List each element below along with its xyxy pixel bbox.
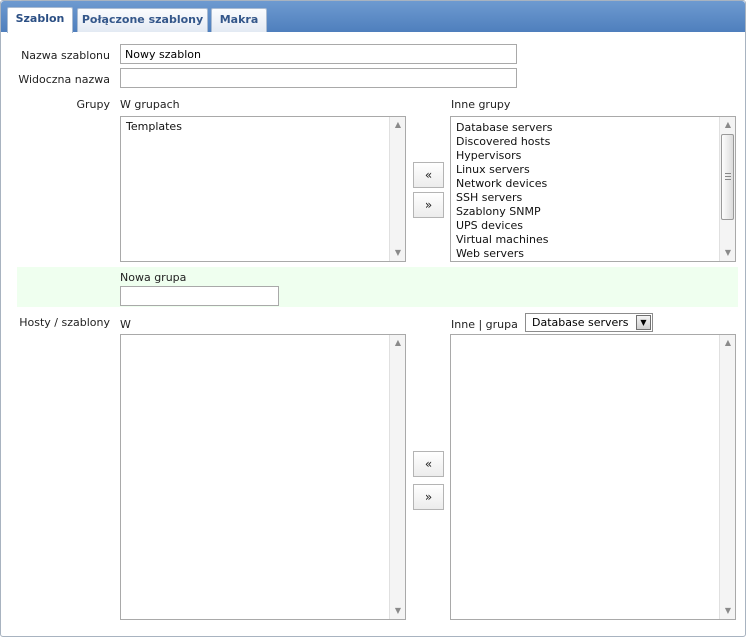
move-group-right-button[interactable]: » (413, 192, 444, 218)
groups-label: Grupy (76, 98, 110, 111)
scrollbar[interactable]: ▲ ▼ (719, 117, 735, 261)
new-group-input[interactable] (120, 286, 279, 306)
scrollbar[interactable]: ▲ ▼ (389, 117, 405, 261)
scroll-up-icon[interactable]: ▲ (390, 117, 405, 133)
tab-macros[interactable]: Makra (211, 8, 267, 32)
move-host-right-button[interactable]: » (413, 484, 444, 510)
other-group-caption: Inne | grupa (451, 318, 518, 331)
scrollbar-thumb[interactable] (721, 134, 734, 220)
list-item[interactable]: Szablony SNMP (456, 205, 715, 219)
in-caption: W (120, 318, 131, 331)
list-item[interactable]: Web servers (456, 247, 715, 261)
scrollbar[interactable]: ▲ ▼ (719, 335, 735, 619)
hosts-templates-label: Hosty / szablony (19, 316, 110, 329)
visible-name-label: Widoczna nazwa (18, 73, 110, 86)
group-select-value: Database servers (532, 316, 629, 329)
scroll-down-icon[interactable]: ▼ (720, 245, 735, 261)
move-host-left-button[interactable]: « (413, 451, 444, 477)
other-groups-caption: Inne grupy (451, 98, 511, 111)
other-groups-listbox[interactable]: Database servers Discovered hosts Hyperv… (450, 116, 736, 262)
template-name-label: Nazwa szablonu (21, 49, 110, 62)
scroll-down-icon[interactable]: ▼ (390, 603, 405, 619)
list-item[interactable]: Hypervisors (456, 149, 715, 163)
in-groups-listbox[interactable]: Templates ▲ ▼ (120, 116, 406, 262)
list-item[interactable]: Virtual machines (456, 233, 715, 247)
group-select[interactable]: Database servers ▼ (525, 313, 653, 332)
list-item[interactable]: Discovered hosts (456, 135, 715, 149)
new-group-label: Nowa grupa (120, 271, 187, 284)
in-hosts-listbox[interactable]: ▲ ▼ (120, 334, 406, 620)
tab-szablon[interactable]: Szablon (7, 7, 73, 33)
visible-name-input[interactable] (120, 68, 517, 88)
list-item[interactable]: UPS devices (456, 219, 715, 233)
tab-linked-templates[interactable]: Połączone szablony (77, 8, 208, 32)
tab-bar: Szablon Połączone szablony Makra (1, 1, 745, 33)
scrollbar[interactable]: ▲ ▼ (389, 335, 405, 619)
list-item[interactable]: SSH servers (456, 191, 715, 205)
scroll-down-icon[interactable]: ▼ (720, 603, 735, 619)
other-hosts-listbox[interactable]: ▲ ▼ (450, 334, 736, 620)
template-name-input[interactable] (120, 44, 517, 64)
in-groups-caption: W grupach (120, 98, 180, 111)
grip-icon (725, 173, 731, 180)
scroll-up-icon[interactable]: ▲ (720, 335, 735, 351)
list-item[interactable]: Templates (126, 120, 385, 134)
move-group-left-button[interactable]: « (413, 162, 444, 188)
chevron-down-icon[interactable]: ▼ (636, 315, 651, 330)
list-item[interactable]: Network devices (456, 177, 715, 191)
scroll-up-icon[interactable]: ▲ (720, 117, 735, 133)
scroll-up-icon[interactable]: ▲ (390, 335, 405, 351)
scroll-down-icon[interactable]: ▼ (390, 245, 405, 261)
list-item[interactable]: Database servers (456, 121, 715, 135)
list-item[interactable]: Linux servers (456, 163, 715, 177)
